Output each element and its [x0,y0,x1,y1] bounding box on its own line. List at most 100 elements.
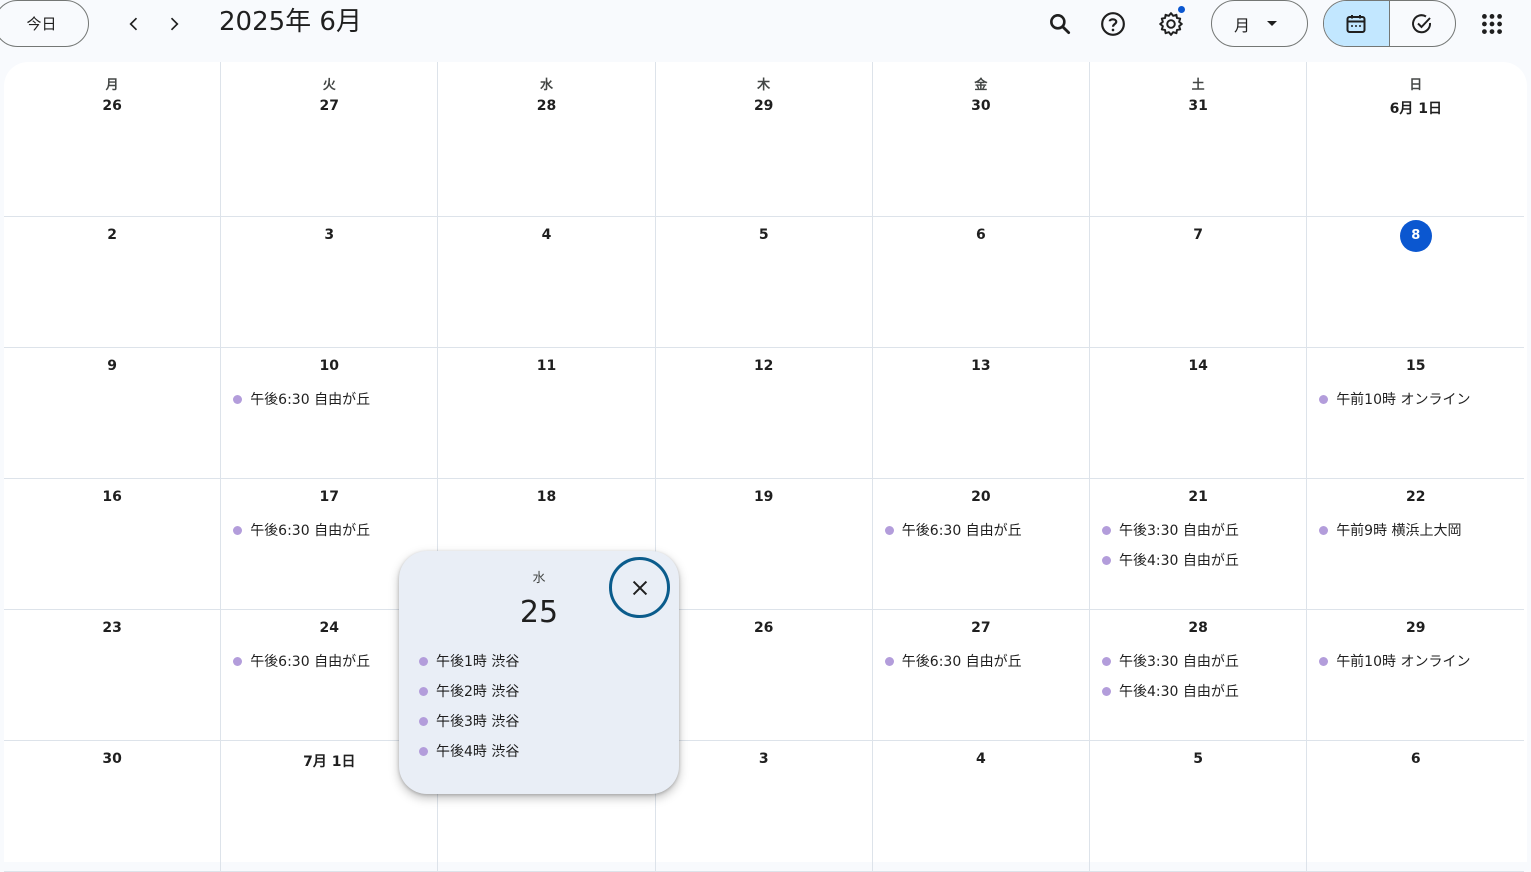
search-button[interactable] [1040,4,1080,44]
day-cell[interactable]: 23 [4,610,222,741]
event-chip[interactable]: 午後3:30 自由が丘 [1102,520,1239,540]
date-number[interactable]: 14 [1090,358,1306,374]
day-cell[interactable]: 7 [1090,217,1308,348]
date-number[interactable]: 20 [873,489,1089,505]
date-number[interactable]: 5 [656,227,872,243]
help-button[interactable] [1093,4,1133,44]
day-cell[interactable]: 9 [4,348,222,479]
next-month-button[interactable] [158,8,190,40]
day-cell[interactable]: 日 6月 1日 [1307,62,1525,217]
date-number[interactable]: 22 [1307,489,1524,505]
date-number[interactable]: 19 [656,489,872,505]
day-cell[interactable]: 月 26 [4,62,222,217]
date-number[interactable]: 29 [656,98,872,114]
day-cell[interactable]: 26 [655,610,873,741]
tasks-view-button[interactable] [1390,1,1456,46]
day-cell[interactable]: 28 午後3:30 自由が丘 午後4:30 自由が丘 [1090,610,1308,741]
day-cell[interactable]: 4 [872,741,1090,872]
apps-launcher-button[interactable] [1472,4,1512,44]
today-date-number[interactable]: 8 [1399,220,1432,252]
popup-event-chip[interactable]: 午後2時 渋谷 [419,681,519,701]
date-number[interactable]: 30 [4,751,220,767]
day-cell[interactable]: 火 27 [221,62,439,217]
day-cell[interactable]: 土 31 [1090,62,1308,217]
date-number[interactable]: 28 [438,98,654,114]
day-cell[interactable]: 13 [872,348,1090,479]
date-number[interactable]: 26 [4,98,220,114]
date-number[interactable]: 11 [438,358,654,374]
date-number[interactable]: 2 [4,227,220,243]
date-number[interactable]: 16 [4,489,220,505]
day-cell[interactable]: 金 30 [872,62,1090,217]
event-chip[interactable]: 午前9時 横浜上大岡 [1319,520,1462,540]
day-cell[interactable]: 16 [4,479,222,610]
day-cell[interactable]: 2 [4,217,222,348]
date-number[interactable]: 29 [1307,620,1524,636]
day-cell[interactable]: 5 [1090,741,1308,872]
day-cell[interactable]: 15 午前10時 オンライン [1307,348,1525,479]
event-chip[interactable]: 午前10時 オンライン [1319,651,1470,671]
day-cell[interactable]: 12 [655,348,873,479]
date-number[interactable]: 21 [1090,489,1306,505]
date-number[interactable]: 27 [873,620,1089,636]
date-number[interactable]: 15 [1307,358,1524,374]
event-chip[interactable]: 午後3:30 自由が丘 [1102,651,1239,671]
date-number[interactable]: 31 [1090,98,1306,114]
popup-close-button[interactable] [609,557,670,618]
date-number[interactable]: 3 [656,751,872,767]
calendar-view-button[interactable] [1324,1,1390,46]
day-cell[interactable]: 8 [1307,217,1525,348]
date-number[interactable]: 6月 1日 [1307,98,1524,118]
event-chip[interactable]: 午前10時 オンライン [1319,389,1470,409]
today-button[interactable]: 今日 [0,0,89,47]
date-number[interactable]: 5 [1090,751,1306,767]
date-number[interactable]: 30 [873,98,1089,114]
date-number[interactable]: 3 [221,227,437,243]
event-chip[interactable]: 午後6:30 自由が丘 [233,651,370,671]
event-chip[interactable]: 午後4:30 自由が丘 [1102,550,1239,570]
day-cell[interactable]: 水 28 [438,62,656,217]
day-cell[interactable]: 11 [438,348,656,479]
date-number[interactable]: 6 [1307,751,1524,767]
date-number[interactable]: 23 [4,620,220,636]
day-cell[interactable]: 6 [1307,741,1525,872]
event-chip[interactable]: 午後6:30 自由が丘 [233,389,370,409]
date-number[interactable]: 18 [438,489,654,505]
date-number[interactable]: 26 [656,620,872,636]
day-cell[interactable]: 21 午後3:30 自由が丘 午後4:30 自由が丘 [1090,479,1308,610]
date-number[interactable]: 13 [873,358,1089,374]
day-cell[interactable]: 10 午後6:30 自由が丘 [221,348,439,479]
prev-month-button[interactable] [118,8,150,40]
event-chip[interactable]: 午後6:30 自由が丘 [884,520,1022,540]
date-number[interactable]: 9 [4,358,220,374]
day-cell[interactable]: 29 午前10時 オンライン [1307,610,1525,741]
date-number[interactable]: 6 [873,227,1089,243]
date-number[interactable]: 10 [221,358,437,374]
event-chip[interactable]: 午後4:30 自由が丘 [1102,681,1239,701]
popup-event-chip[interactable]: 午後4時 渋谷 [419,741,519,761]
date-number[interactable]: 7 [1090,227,1306,243]
day-cell[interactable]: 3 [221,217,439,348]
day-cell[interactable]: 20 午後6:30 自由が丘 [872,479,1090,610]
popup-event-chip[interactable]: 午後3時 渋谷 [419,711,519,731]
popup-event-chip[interactable]: 午後1時 渋谷 [419,651,519,671]
date-number[interactable]: 4 [438,227,654,243]
day-cell[interactable]: 14 [1090,348,1308,479]
view-select[interactable]: 月 [1211,0,1308,47]
event-chip[interactable]: 午後6:30 自由が丘 [884,651,1022,671]
day-cell[interactable]: 30 [4,741,222,872]
date-number[interactable]: 12 [656,358,872,374]
event-chip[interactable]: 午後6:30 自由が丘 [233,520,370,540]
settings-button[interactable] [1151,4,1191,44]
day-cell[interactable]: 27 午後6:30 自由が丘 [872,610,1090,741]
date-number[interactable]: 17 [221,489,437,505]
date-number[interactable]: 4 [873,751,1089,767]
day-cell[interactable]: 5 [655,217,873,348]
day-cell[interactable]: 22 午前9時 横浜上大岡 [1307,479,1525,610]
day-cell[interactable]: 19 [655,479,873,610]
day-cell[interactable]: 木 29 [655,62,873,217]
day-cell[interactable]: 6 [872,217,1090,348]
date-number[interactable]: 27 [221,98,437,114]
day-cell[interactable]: 3 [655,741,873,872]
day-cell[interactable]: 4 [438,217,656,348]
